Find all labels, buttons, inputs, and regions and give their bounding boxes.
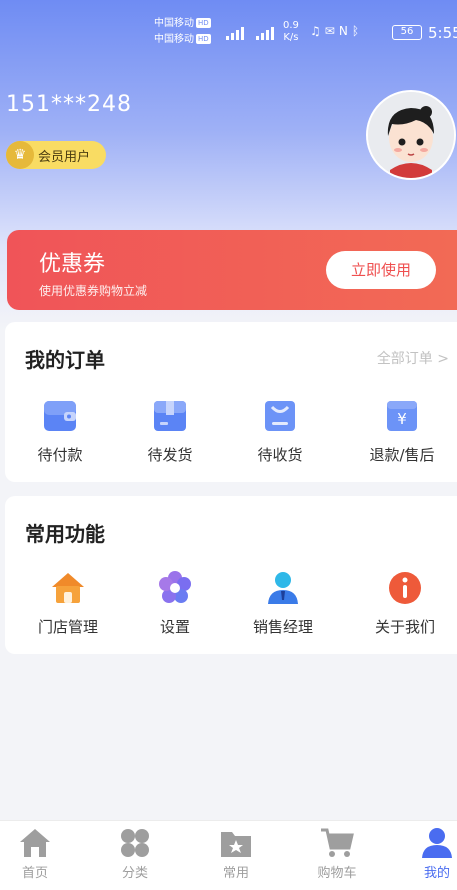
about-us[interactable]: 关于我们 bbox=[350, 570, 457, 637]
tab-cart[interactable]: 购物车 bbox=[302, 827, 372, 881]
tab-label: 购物车 bbox=[317, 866, 357, 881]
bluetooth-icon: ᛒ bbox=[351, 24, 364, 38]
manager-person-icon bbox=[268, 572, 298, 604]
order-item-label: 退款/售后 bbox=[369, 446, 435, 464]
network-speed: 0.9 K/s bbox=[283, 20, 299, 44]
tab-category[interactable]: 分类 bbox=[100, 827, 170, 881]
tab-label: 常用 bbox=[222, 866, 249, 881]
order-pending-shipment[interactable]: 待发货 bbox=[115, 398, 225, 465]
cartoon-avatar-icon bbox=[368, 92, 454, 178]
info-icon bbox=[389, 572, 421, 604]
battery-icon: 56 bbox=[392, 25, 422, 40]
carrier-1: 中国移动 bbox=[154, 18, 194, 29]
orders-title: 我的订单 bbox=[25, 348, 105, 372]
folder-star-icon bbox=[221, 832, 251, 857]
wallet-icon bbox=[44, 401, 76, 431]
functions-card: 常用功能 门店管理 设置 销售经理 关于我们 bbox=[5, 496, 457, 654]
bottom-tab-bar: 首页 分类 常用 购物车 我的 bbox=[0, 820, 457, 890]
function-label: 门店管理 bbox=[37, 618, 98, 636]
mail-icon: ✉ bbox=[324, 24, 339, 38]
cart-icon bbox=[321, 828, 354, 857]
music-icon: ♫ bbox=[310, 24, 325, 38]
orders-card: 我的订单 全部订单 > 待付款 待发货 待收货 ¥ 退款/售后 bbox=[5, 322, 457, 482]
functions-title: 常用功能 bbox=[25, 522, 105, 546]
all-orders-link[interactable]: 全部订单 > bbox=[377, 348, 449, 368]
function-label: 销售经理 bbox=[252, 618, 313, 636]
signal-icon bbox=[222, 24, 246, 40]
clock: 5:55 bbox=[428, 24, 457, 42]
function-label: 关于我们 bbox=[374, 618, 435, 636]
settings[interactable]: 设置 bbox=[120, 570, 230, 637]
store-home-icon bbox=[52, 573, 84, 603]
settings-flower-icon bbox=[159, 571, 191, 603]
order-pending-receipt[interactable]: 待收货 bbox=[225, 398, 335, 465]
carrier-2: 中国移动 bbox=[154, 34, 194, 45]
crown-icon: ♛ bbox=[6, 141, 34, 169]
order-item-label: 待收货 bbox=[257, 446, 303, 464]
order-refund-aftersale[interactable]: ¥ 退款/售后 bbox=[347, 398, 457, 465]
refund-icon: ¥ bbox=[387, 401, 417, 431]
tab-common[interactable]: 常用 bbox=[201, 827, 271, 881]
svg-text:¥: ¥ bbox=[397, 410, 407, 428]
category-icon bbox=[121, 829, 149, 857]
speed-value: 0.9 bbox=[283, 20, 299, 31]
member-label: 会员用户 bbox=[38, 149, 91, 165]
nfc-icon: N bbox=[338, 24, 352, 38]
speed-unit: K/s bbox=[283, 32, 299, 43]
coupon-title: 优惠券 bbox=[39, 252, 106, 277]
use-coupon-button[interactable]: 立即使用 bbox=[326, 251, 436, 289]
tab-home[interactable]: 首页 bbox=[0, 827, 70, 881]
status-bar: 中国移动 HD 中国移动 HD 0.9 K/s ♫✉Nᛒ 56 5:55 bbox=[0, 0, 457, 62]
member-badge[interactable]: ♛ 会员用户 bbox=[6, 141, 106, 169]
carrier-info: 中国移动 HD 中国移动 HD bbox=[154, 16, 211, 48]
package-icon bbox=[154, 401, 186, 431]
tab-mine[interactable]: 我的 bbox=[402, 827, 457, 881]
order-item-label: 待付款 bbox=[37, 446, 83, 464]
tab-label: 首页 bbox=[21, 866, 48, 881]
receive-bag-icon bbox=[265, 401, 295, 431]
order-item-label: 待发货 bbox=[147, 446, 193, 464]
tab-label: 我的 bbox=[423, 866, 450, 881]
store-management[interactable]: 门店管理 bbox=[13, 570, 123, 637]
hd-badge: HD bbox=[196, 18, 211, 28]
function-label: 设置 bbox=[159, 618, 190, 636]
coupon-subtitle: 使用优惠券购物立减 bbox=[39, 284, 148, 298]
status-icons: ♫✉Nᛒ bbox=[310, 24, 363, 38]
person-icon bbox=[422, 828, 452, 858]
hd-badge: HD bbox=[196, 34, 211, 44]
coupon-banner[interactable]: 优惠券 使用优惠券购物立减 立即使用 bbox=[7, 230, 457, 310]
signal-icon bbox=[252, 24, 276, 40]
tab-label: 分类 bbox=[121, 866, 148, 881]
avatar[interactable] bbox=[366, 90, 456, 180]
order-pending-payment[interactable]: 待付款 bbox=[5, 398, 115, 465]
home-icon bbox=[20, 829, 50, 857]
sales-manager[interactable]: 销售经理 bbox=[228, 570, 338, 637]
user-phone: 151***248 bbox=[6, 92, 132, 117]
